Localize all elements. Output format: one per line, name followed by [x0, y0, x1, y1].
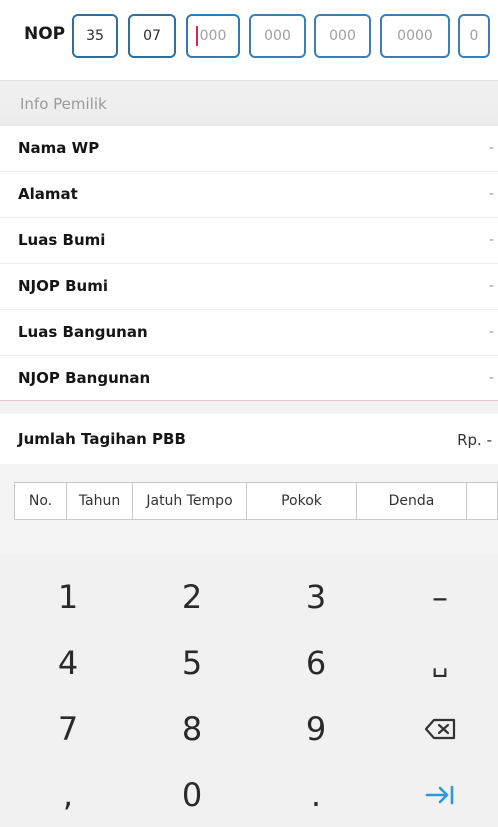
tagihan-table-area: No. Tahun Jatuh Tempo Pokok Denda: [0, 464, 498, 554]
backspace-icon: [424, 718, 456, 740]
key-3[interactable]: 3: [276, 572, 356, 622]
text-cursor: [196, 26, 198, 46]
column-header-denda: Denda: [357, 483, 467, 519]
key-4[interactable]: 4: [28, 638, 108, 688]
info-row-njop-bangunan: NJOP Bangunan -: [0, 356, 498, 402]
key-9[interactable]: 9: [276, 704, 356, 754]
row-value: -: [488, 370, 494, 386]
key-7[interactable]: 7: [28, 704, 108, 754]
jumlah-tagihan-value: Rp. -: [457, 431, 492, 449]
nop-segment-2[interactable]: 07: [128, 14, 176, 58]
row-label: NJOP Bangunan: [18, 369, 151, 387]
row-label: Luas Bangunan: [18, 323, 148, 341]
info-row-luas-bangunan: Luas Bangunan -: [0, 310, 498, 356]
column-header-jatuh-tempo: Jatuh Tempo: [133, 483, 247, 519]
key-period[interactable]: .: [276, 770, 356, 820]
info-pemilik-title: Info Pemilik: [20, 95, 107, 113]
column-header-pokok: Pokok: [247, 483, 357, 519]
info-row-alamat: Alamat -: [0, 172, 498, 218]
row-label: Alamat: [18, 185, 78, 203]
nop-segment-3[interactable]: 000: [186, 14, 240, 58]
info-pemilik-header: Info Pemilik: [0, 80, 498, 127]
key-8[interactable]: 8: [152, 704, 232, 754]
numeric-keyboard: 1 2 3 – 4 5 6 ␣ 7 8 9 , 0 .: [0, 554, 498, 827]
section-divider: [0, 400, 498, 415]
nop-segment-5[interactable]: 000: [314, 14, 371, 58]
key-comma[interactable]: ,: [28, 770, 108, 820]
jumlah-tagihan-label: Jumlah Tagihan PBB: [18, 430, 186, 448]
info-row-luas-bumi: Luas Bumi -: [0, 218, 498, 264]
column-header-no: No.: [15, 483, 67, 519]
row-label: Nama WP: [18, 139, 100, 157]
key-2[interactable]: 2: [152, 572, 232, 622]
key-1[interactable]: 1: [28, 572, 108, 622]
next-icon: [425, 785, 454, 805]
row-label: Luas Bumi: [18, 231, 106, 249]
row-value: -: [488, 324, 494, 340]
key-space[interactable]: ␣: [400, 638, 480, 688]
column-header-tahun: Tahun: [67, 483, 133, 519]
nop-segment-1[interactable]: 35: [72, 14, 118, 58]
nop-input-bar: NOP 35 07 000 000 000 0000 0: [0, 0, 498, 80]
nop-label: NOP: [24, 24, 66, 44]
info-row-njop-bumi: NJOP Bumi -: [0, 264, 498, 310]
key-minus[interactable]: –: [400, 572, 480, 622]
key-6[interactable]: 6: [276, 638, 356, 688]
key-backspace[interactable]: [400, 704, 480, 754]
jumlah-tagihan-row: Jumlah Tagihan PBB Rp. -: [0, 414, 498, 464]
key-next[interactable]: [400, 770, 480, 820]
nop-segment-4[interactable]: 000: [249, 14, 306, 58]
info-row-nama-wp: Nama WP -: [0, 126, 498, 172]
row-value: -: [488, 232, 494, 248]
key-5[interactable]: 5: [152, 638, 232, 688]
row-value: -: [488, 278, 494, 294]
tagihan-table-header: No. Tahun Jatuh Tempo Pokok Denda: [14, 482, 498, 520]
row-label: NJOP Bumi: [18, 277, 108, 295]
row-value: -: [488, 140, 494, 156]
nop-segment-6[interactable]: 0000: [380, 14, 450, 58]
row-value: -: [488, 186, 494, 202]
key-0[interactable]: 0: [152, 770, 232, 820]
nop-segment-7[interactable]: 0: [458, 14, 490, 58]
